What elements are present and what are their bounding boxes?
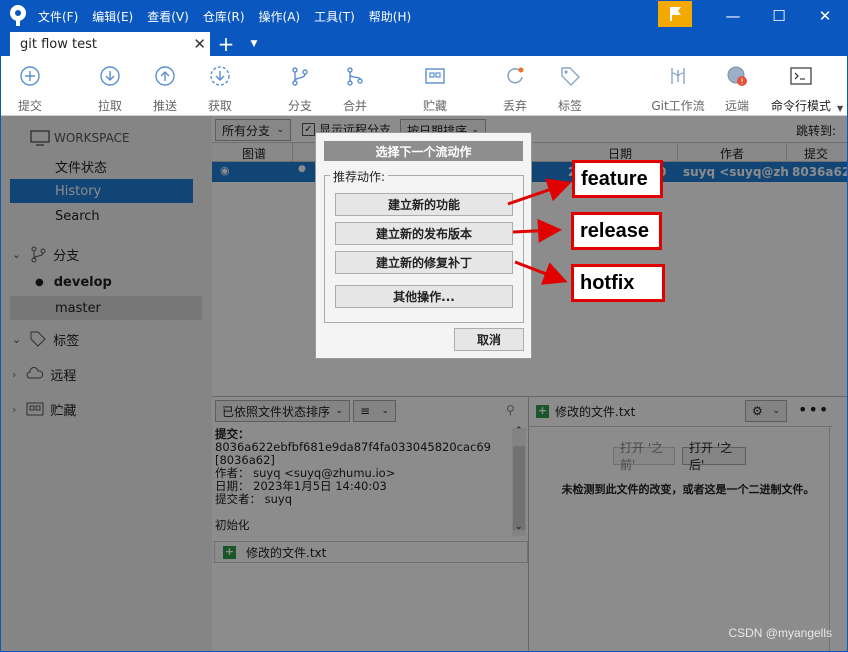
callout-feature: feature (572, 160, 663, 198)
watermark: CSDN @myangells (728, 626, 832, 640)
annotation-arrows (507, 178, 572, 285)
hotfix-arrow (514, 260, 568, 285)
callout-release: release (571, 212, 662, 250)
release-arrow (512, 218, 562, 243)
feature-arrow (507, 178, 572, 206)
callout-hotfix: hotfix (571, 264, 665, 302)
